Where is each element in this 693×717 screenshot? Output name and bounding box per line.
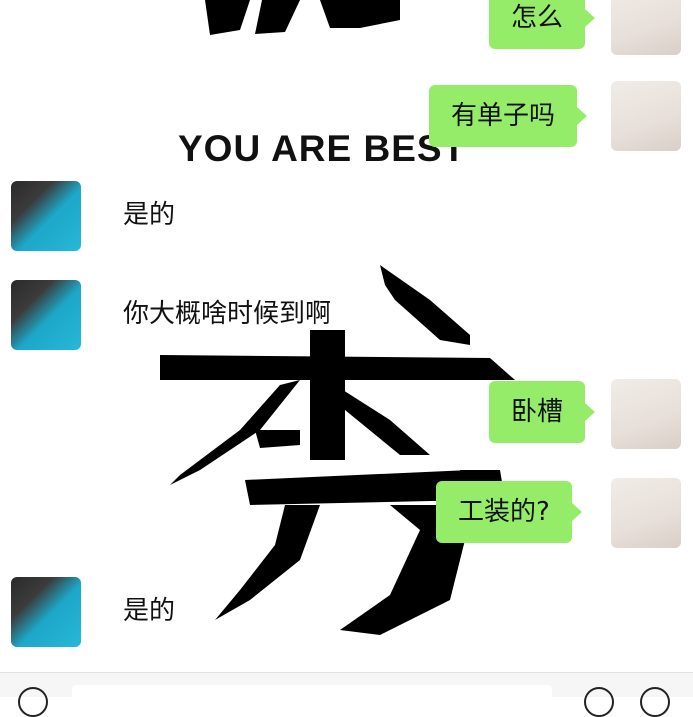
incoming-message-text[interactable]: 你大概啥时候到啊 bbox=[123, 283, 331, 345]
incoming-message-text[interactable]: 是的 bbox=[123, 184, 175, 246]
message-input[interactable] bbox=[72, 685, 552, 699]
contact-avatar[interactable] bbox=[11, 577, 81, 647]
my-avatar[interactable] bbox=[611, 478, 681, 548]
my-avatar[interactable] bbox=[611, 81, 681, 151]
outgoing-message-bubble[interactable]: 工装的? bbox=[436, 481, 582, 543]
contact-avatar[interactable] bbox=[11, 280, 81, 350]
contact-avatar[interactable] bbox=[11, 181, 81, 251]
plus-icon[interactable] bbox=[640, 687, 670, 717]
my-avatar[interactable] bbox=[611, 379, 681, 449]
chat-input-bar bbox=[0, 672, 693, 717]
wallpaper-artwork bbox=[160, 0, 515, 635]
voice-icon[interactable] bbox=[18, 687, 48, 717]
my-avatar[interactable] bbox=[611, 0, 681, 55]
outgoing-message-bubble[interactable]: 卧槽 bbox=[489, 381, 596, 443]
outgoing-message-bubble[interactable]: 有单子吗 bbox=[429, 85, 588, 147]
chat-wallpaper: YOU ARE BEST bbox=[0, 0, 693, 696]
wallpaper-slogan: YOU ARE BEST bbox=[178, 128, 467, 169]
outgoing-message-bubble[interactable]: 怎么 bbox=[489, 0, 596, 49]
incoming-message-text[interactable]: 是的 bbox=[123, 580, 175, 642]
emoji-icon[interactable] bbox=[584, 687, 614, 717]
